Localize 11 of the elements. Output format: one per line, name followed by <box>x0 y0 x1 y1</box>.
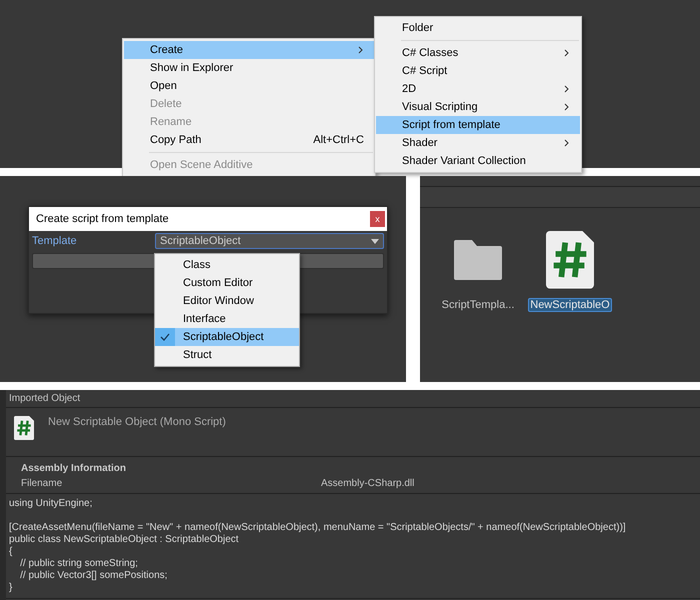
dialog-title: Create script from template <box>36 213 169 225</box>
field-label: Template <box>32 235 78 247</box>
asset-name: NewScriptableO <box>528 298 612 312</box>
asset-title: New Scriptable Object (Mono Script) <box>48 416 226 428</box>
property-value: Assembly-CSharp.dll <box>321 478 416 489</box>
inspector-header: Imported Object <box>6 390 700 408</box>
code-text: using UnityEngine; [CreateAssetMenu(fileName = "New" + nameof(NewScriptableObject), menuName = "ScriptableObjects/" + nameof(NewScriptableObject))] public class NewScriptableObject : ScriptableObject { // public string someString; // public Vector3[] somePositions; } <box>6 494 700 599</box>
property-label: Filename <box>21 478 64 489</box>
section-title: Assembly Information <box>21 463 128 474</box>
asset-name: ScriptTempla... <box>440 298 516 312</box>
shortcut-text: Alt+Ctrl+C <box>313 134 364 146</box>
